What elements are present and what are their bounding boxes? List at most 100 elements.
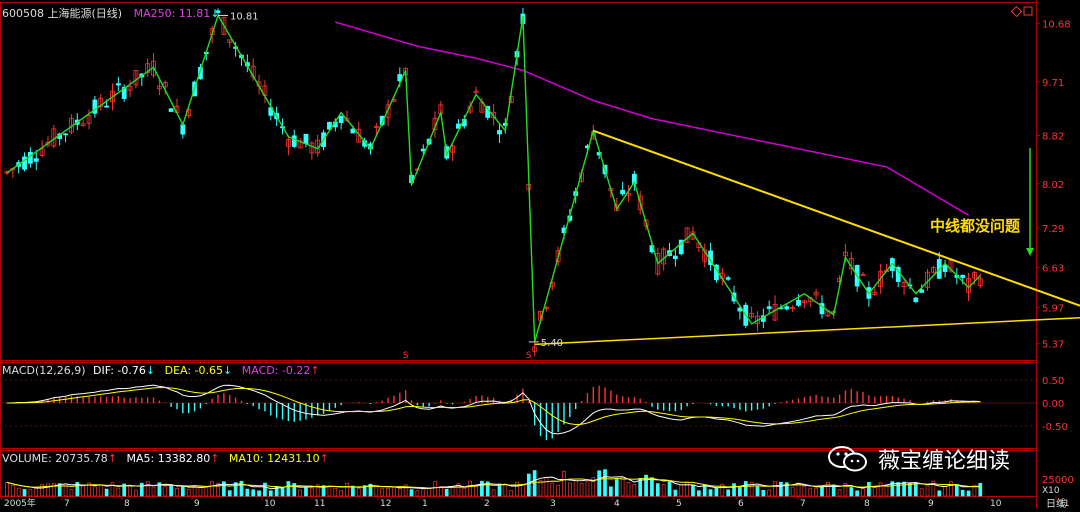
volume-bar [632,483,637,497]
volume-bar [351,485,355,497]
x-tick-label: 2 [484,499,490,508]
kline-chart: 10.68 9.71 8.82 8.02 7.29 6.63 5.97 5.37 0.50 0.0… [0,0,1080,509]
dif-value: DIF: -0.76 [93,364,146,377]
candle-body [115,83,121,86]
volume-bar [374,485,379,497]
volume-bar [691,484,695,497]
y-tick-label: 5.37 [1042,340,1064,351]
volume-bar [356,488,361,497]
watermark-text: 薇宝缠论细读 [878,449,1011,474]
volume-bar [10,484,15,497]
volume-bar [462,487,467,497]
volume-bar [438,486,443,497]
volume-bar [515,481,519,497]
candle-body [919,289,925,293]
volume-bar [626,482,631,497]
signal-mark: S [403,351,409,361]
ma5-arrow: ↑ [210,452,220,465]
ma250-arrow: ↓ [210,7,220,20]
y-tick-label: 10.68 [1042,19,1071,30]
volume-bar [820,486,824,497]
volume-bar [673,489,678,497]
macd-tick-label: -0.50 [1042,422,1068,433]
signal-mark: S [526,351,532,361]
volume-bar [579,483,584,497]
y-tick-label: 9.71 [1042,78,1064,89]
volume-bar [878,482,883,497]
volume-bar [339,490,344,497]
volume-bar [732,483,736,497]
candle-body [338,115,344,123]
annotation-text: 中线都没问题 [930,217,1021,235]
candle-body [672,255,678,260]
volume-bar [239,480,244,497]
candle-body [913,297,919,302]
macd-header: MACD(12,26,9) DIF: -0.76↓ DEA: -0.65↓ MA… [2,364,320,377]
volume-bar [198,486,203,497]
volume-bar [550,482,555,497]
y-tick-label: 8.02 [1042,180,1064,191]
candle-body [168,108,174,112]
macd-arrow: ↑ [310,364,320,377]
x-tick-label: 5 [676,499,682,508]
volume-bar [98,484,103,497]
square-icon [1023,6,1033,16]
volume-bar [392,486,396,497]
volume-bar [767,489,772,497]
ma10-arrow: ↑ [319,452,329,465]
x-tick-label: 7 [800,499,806,508]
macd-tick-label: 0.50 [1042,376,1064,387]
price-label: 5.40 [541,338,563,349]
x-tick-label: 1 [422,499,428,508]
volume-bar [345,482,349,497]
volume-bar [409,489,414,497]
x-tick-label: 7 [64,499,70,508]
macd-params: MACD(12,26,9) [2,364,86,377]
volume-bar [245,488,250,497]
volume-bar [738,485,742,497]
volume-bar [480,480,484,497]
volume-bar [603,469,607,497]
volume-bar [526,473,531,497]
volume-bar [614,479,619,497]
macd-tick-label: 0.00 [1042,399,1064,410]
volume-bar [978,482,983,497]
x-tick-label: 10 [990,499,1002,508]
volume-arrow: ↑ [107,452,117,465]
volume-bar [679,484,684,497]
volume-bar [204,485,209,497]
volume-bar [902,481,906,497]
volume-bar [521,483,525,497]
volume-bar [949,481,953,497]
volume-bar [180,486,185,497]
volume-bar [433,481,437,497]
stock-name: 上海能源(日线) [47,7,123,20]
volume-bar [134,489,138,497]
volume-bar [538,480,543,497]
volume-bar [779,481,783,497]
x-tick-label: 9 [194,499,200,508]
wechat-icon [828,446,867,472]
volume-bar [286,481,291,497]
volume-bar [333,487,338,497]
x-tick-label: 4 [614,499,620,508]
volume-value: VOLUME: 20735.78 [2,452,108,465]
volume-bar [474,485,478,497]
volume-bar [761,489,766,497]
volume-bar [802,486,807,497]
volume-bar [937,490,942,497]
volume-bar [714,488,719,497]
volume-bar [175,488,179,497]
volume-bar [726,489,731,497]
volume-bar [491,489,496,497]
volume-bar [257,490,261,497]
volume-bar [186,488,191,497]
candle-body [291,135,297,147]
volume-bar [444,488,449,497]
volume-bar [16,487,21,497]
volume-bar [573,480,578,497]
volume-bar [861,488,865,497]
candle-body [420,148,426,152]
volume-bar [304,487,308,497]
volume-bar [544,477,549,497]
